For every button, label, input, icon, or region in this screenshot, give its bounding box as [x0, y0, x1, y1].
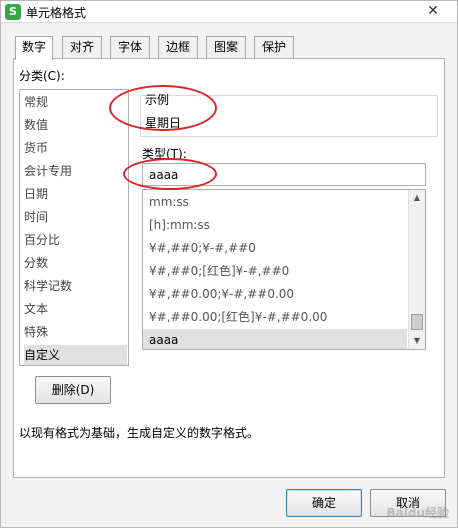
- tab-pattern[interactable]: 图案: [206, 36, 246, 59]
- format-item-selected[interactable]: aaaa: [143, 329, 407, 349]
- close-button[interactable]: ✕: [411, 1, 455, 21]
- tab-alignment[interactable]: 对齐: [62, 36, 102, 59]
- format-item[interactable]: ¥#,##0;¥-#,##0: [143, 237, 407, 259]
- annotation-circle-type: [123, 158, 217, 190]
- format-item[interactable]: ¥#,##0;[红色]¥-#,##0: [143, 260, 407, 282]
- category-item-custom[interactable]: 自定义: [24, 345, 127, 365]
- tab-protection[interactable]: 保护: [254, 36, 294, 59]
- format-item[interactable]: mm:ss: [143, 191, 407, 213]
- window-title: 单元格格式: [26, 6, 87, 20]
- custom-format-description: 以现有格式为基础，生成自定义的数字格式。: [19, 426, 260, 440]
- scroll-up-arrow-icon[interactable]: ▲: [412, 193, 422, 203]
- format-item[interactable]: ¥#,##0.00;¥-#,##0.00: [143, 283, 407, 305]
- format-code-list[interactable]: mm:ss [h]:mm:ss ¥#,##0;¥-#,##0 ¥#,##0;[红…: [142, 189, 426, 350]
- category-item-number[interactable]: 数值: [24, 115, 127, 135]
- tab-number[interactable]: 数字: [15, 36, 53, 60]
- category-item-currency[interactable]: 货币: [24, 138, 127, 158]
- wps-app-icon: S: [5, 4, 21, 20]
- close-icon: ✕: [427, 3, 439, 19]
- scroll-down-arrow-icon[interactable]: ▼: [412, 336, 422, 346]
- format-list-scrollbar[interactable]: ▲ ▼: [408, 190, 425, 349]
- category-item-percentage[interactable]: 百分比: [24, 230, 127, 250]
- category-item-accounting[interactable]: 会计专用: [24, 161, 127, 181]
- title-bar: S 单元格格式 ✕: [1, 1, 457, 23]
- watermark: Baidu经验: [386, 506, 450, 520]
- ok-button[interactable]: 确定: [286, 489, 362, 517]
- annotation-circle-sample: [109, 85, 217, 131]
- category-item-fraction[interactable]: 分数: [24, 253, 127, 273]
- format-cells-dialog: S 单元格格式 ✕ 数字 对齐 字体 边框 图案 保护 分类(C): 常规 数值…: [0, 0, 458, 528]
- category-item-date[interactable]: 日期: [24, 184, 127, 204]
- format-item[interactable]: ¥#,##0.00;[红色]¥-#,##0.00: [143, 306, 407, 328]
- tab-border[interactable]: 边框: [158, 36, 198, 59]
- category-label: 分类(C):: [19, 69, 65, 83]
- tab-font[interactable]: 字体: [110, 36, 150, 59]
- format-item[interactable]: [h]:mm:ss: [143, 214, 407, 236]
- category-item-scientific[interactable]: 科学记数: [24, 276, 127, 296]
- category-list[interactable]: 常规 数值 货币 会计专用 日期 时间 百分比 分数 科学记数 文本 特殊 自定…: [19, 89, 129, 366]
- scroll-thumb[interactable]: [411, 314, 423, 330]
- category-item-time[interactable]: 时间: [24, 207, 127, 227]
- category-item-text[interactable]: 文本: [24, 299, 127, 319]
- category-item-special[interactable]: 特殊: [24, 322, 127, 342]
- delete-button[interactable]: 删除(D): [35, 376, 111, 404]
